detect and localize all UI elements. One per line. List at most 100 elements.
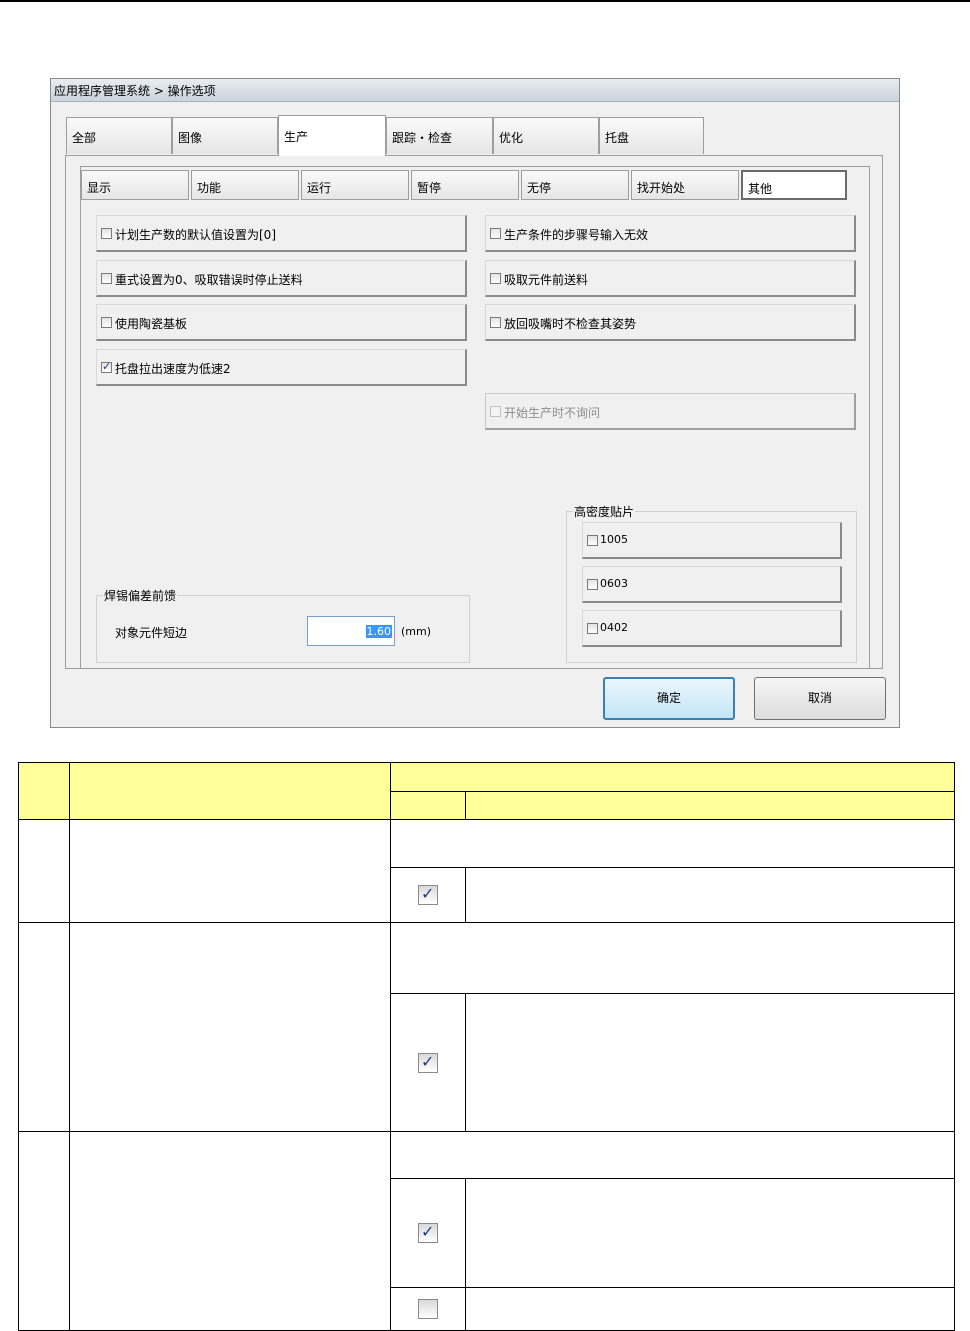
component-short-side-input[interactable]: 1.60: [307, 616, 395, 646]
tab-production[interactable]: 生产: [278, 115, 386, 156]
solder-offset-group: 焊锡偏差前馈 对象元件短边 1.60 (mm): [96, 587, 470, 663]
option-0603[interactable]: 0603: [582, 566, 842, 603]
option-label: 0402: [600, 621, 628, 634]
tab-label: 全部: [72, 131, 97, 145]
option-label: 托盘拉出速度为低速2: [115, 362, 231, 376]
subtab-display[interactable]: 显示: [81, 170, 189, 200]
table-cell: [390, 1131, 955, 1179]
table-row: [18, 1131, 955, 1331]
checkbox[interactable]: [587, 535, 598, 546]
table-cell: [390, 867, 466, 923]
checkbox-disabled: [490, 406, 501, 417]
option-label: 使用陶瓷基板: [115, 317, 188, 331]
table-cell: [465, 867, 955, 923]
header-cell: [390, 762, 955, 792]
tab-tracking-inspection[interactable]: 跟踪・检查: [386, 117, 493, 154]
subtab-label: 运行: [307, 181, 332, 195]
subtab-label: 其他: [748, 182, 773, 196]
option-feed-before-pick[interactable]: 吸取元件前送料: [485, 260, 856, 297]
subtab-label: 暂停: [417, 181, 442, 195]
field-label: 对象元件短边: [115, 626, 188, 640]
tab-all[interactable]: 全部: [66, 117, 172, 154]
tab-optimize[interactable]: 优化: [493, 117, 599, 154]
checkbox-checked[interactable]: [101, 360, 112, 373]
operation-options-dialog: 应用程序管理系统 > 操作选项 全部 图像 生产 跟踪・检查 优化 托盘 显示 …: [50, 78, 900, 728]
option-0402[interactable]: 0402: [582, 610, 842, 647]
table-cell: [18, 819, 70, 923]
tab-label: 托盘: [605, 131, 630, 145]
unit-label: (mm): [401, 625, 432, 638]
table-cell: [69, 1131, 391, 1331]
option-step-number-invalid[interactable]: 生产条件的步骤号输入无效: [485, 215, 856, 252]
option-label: 放回吸嘴时不检查其姿势: [504, 317, 637, 331]
checkbox[interactable]: [490, 228, 501, 239]
option-label: 重式设置为0、吸取错误时停止送料: [115, 273, 303, 287]
dialog-title: 应用程序管理系统 > 操作选项: [54, 84, 216, 98]
subtab-label: 显示: [87, 181, 112, 195]
header-cell: [18, 762, 70, 820]
checkbox-checked-icon: [418, 1052, 438, 1073]
header-cell: [465, 791, 955, 820]
table-cell: [465, 1178, 955, 1288]
checkbox[interactable]: [101, 273, 112, 284]
table-row: [18, 819, 955, 923]
group-title: 高密度贴片: [573, 503, 636, 520]
checkbox[interactable]: [587, 579, 598, 590]
high-density-group: 高密度贴片 1005 0603 0402: [566, 503, 857, 663]
tab-image[interactable]: 图像: [172, 117, 278, 154]
option-label: 吸取元件前送料: [504, 273, 589, 287]
checkbox[interactable]: [101, 317, 112, 328]
subtab-pause[interactable]: 暂停: [411, 170, 519, 200]
table-cell: [390, 1287, 466, 1331]
checkbox[interactable]: [587, 623, 598, 634]
tab-label: 跟踪・检查: [392, 131, 453, 145]
cancel-button[interactable]: 取消: [754, 677, 886, 720]
table-cell: [465, 993, 955, 1132]
table-cell: [390, 922, 955, 994]
option-no-nozzle-posture-check[interactable]: 放回吸嘴时不检查其姿势: [485, 304, 856, 341]
subtab-label: 功能: [197, 181, 222, 195]
option-1005[interactable]: 1005: [582, 522, 842, 559]
table-header-row: [18, 762, 955, 820]
subtab-label: 无停: [527, 181, 552, 195]
option-ceramic-board[interactable]: 使用陶瓷基板: [96, 304, 467, 341]
option-default-plan-zero[interactable]: 计划生产数的默认值设置为[0]: [96, 215, 467, 252]
tab-tray[interactable]: 托盘: [599, 117, 704, 154]
tab-label: 图像: [178, 131, 203, 145]
table-cell: [69, 922, 391, 1132]
subtab-function[interactable]: 功能: [191, 170, 299, 200]
option-stop-feed-on-error[interactable]: 重式设置为0、吸取错误时停止送料: [96, 260, 467, 297]
tab-label: 优化: [499, 131, 524, 145]
option-label: 1005: [600, 533, 628, 546]
table-cell: [18, 1131, 70, 1331]
option-label: 生产条件的步骤号输入无效: [504, 228, 649, 242]
option-label: 开始生产时不询问: [504, 406, 601, 420]
checkbox-checked-icon: [418, 1222, 438, 1243]
production-panel: 显示 功能 运行 暂停 无停 找开始处 其他 计划生产数的默认值设置为[0] 重…: [65, 155, 883, 669]
subtab-nonstop[interactable]: 无停: [521, 170, 629, 200]
checkbox[interactable]: [490, 273, 501, 284]
table-cell: [69, 819, 391, 923]
top-rule: [0, 0, 970, 2]
header-cell: [390, 791, 466, 820]
checkbox[interactable]: [101, 228, 112, 239]
subtab-run[interactable]: 运行: [301, 170, 409, 200]
group-title: 焊锡偏差前馈: [103, 587, 178, 604]
table-cell: [390, 993, 466, 1132]
option-no-prompt-on-start: 开始生产时不询问: [485, 393, 856, 430]
checkbox-checked-icon: [418, 884, 438, 905]
ok-button[interactable]: 确定: [603, 677, 735, 720]
subtab-find-start[interactable]: 找开始处: [631, 170, 739, 200]
table-cell: [465, 1287, 955, 1331]
table-cell: [18, 922, 70, 1132]
option-tray-low-speed[interactable]: 托盘拉出速度为低速2: [96, 349, 467, 386]
header-cell: [69, 762, 391, 820]
table-cell: [390, 819, 955, 868]
tab-label: 生产: [284, 130, 309, 144]
option-label: 0603: [600, 577, 628, 590]
table-row: [18, 922, 955, 1132]
subtab-label: 找开始处: [637, 181, 686, 195]
dialog-titlebar: 应用程序管理系统 > 操作选项: [51, 79, 899, 102]
subtab-other[interactable]: 其他: [741, 170, 847, 200]
checkbox[interactable]: [490, 317, 501, 328]
